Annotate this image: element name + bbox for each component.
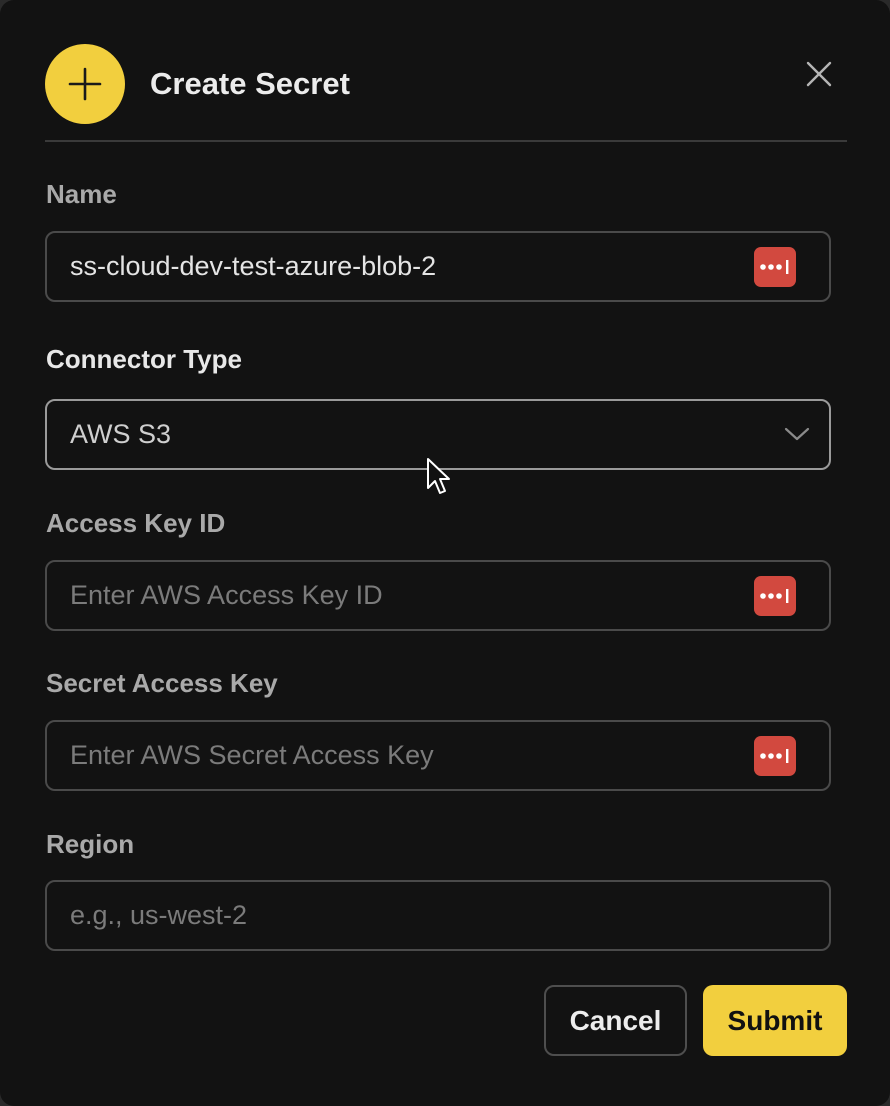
dialog-header: Create Secret (45, 44, 847, 124)
region-label: Region (46, 829, 135, 859)
create-secret-dialog: Create Secret Name ss-cloud-dev-test-azu… (0, 0, 890, 1106)
password-manager-icon[interactable] (754, 736, 796, 776)
name-input-value: ss-cloud-dev-test-azure-blob-2 (70, 251, 437, 281)
mouse-cursor-icon (427, 458, 450, 494)
region-input[interactable]: e.g., us-west-2 (45, 880, 831, 951)
name-label: Name (46, 179, 117, 209)
password-manager-icon[interactable] (754, 247, 796, 287)
access-key-id-input[interactable]: Enter AWS Access Key ID (45, 560, 831, 631)
close-icon (806, 61, 832, 87)
close-button[interactable] (801, 56, 837, 92)
submit-button[interactable]: Submit (703, 985, 847, 1056)
dialog-title: Create Secret (150, 66, 350, 101)
header-divider (45, 140, 847, 142)
connector-type-value: AWS S3 (70, 419, 172, 449)
name-input[interactable]: ss-cloud-dev-test-azure-blob-2 (45, 231, 831, 302)
secret-access-key-label: Secret Access Key (46, 668, 278, 698)
access-key-id-placeholder: Enter AWS Access Key ID (70, 580, 383, 610)
chevron-down-icon (784, 427, 810, 441)
access-key-id-label: Access Key ID (46, 508, 226, 538)
connector-type-label: Connector Type (46, 344, 242, 374)
plus-icon (45, 44, 125, 124)
password-manager-icon[interactable] (754, 576, 796, 616)
region-placeholder: e.g., us-west-2 (70, 900, 248, 930)
cancel-button[interactable]: Cancel (544, 985, 687, 1056)
secret-access-key-input[interactable]: Enter AWS Secret Access Key (45, 720, 831, 791)
secret-access-key-placeholder: Enter AWS Secret Access Key (70, 740, 434, 770)
